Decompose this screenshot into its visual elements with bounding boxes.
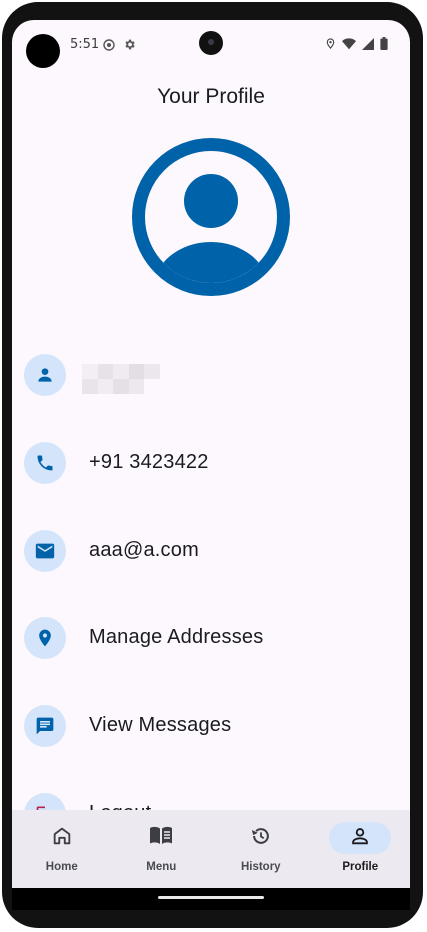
email-icon — [24, 530, 66, 572]
status-time: 5:51 — [70, 37, 100, 52]
message-icon — [24, 705, 66, 747]
home-icon — [51, 825, 73, 852]
nav-menu[interactable]: Menu — [112, 810, 212, 888]
page-title: Your Profile — [157, 85, 265, 108]
settings-dot-icon — [103, 38, 115, 51]
nav-history[interactable]: History — [211, 810, 311, 888]
screen: 5:51 Your Profile +91 3423422 aaa@a.com … — [12, 20, 410, 910]
menu-book-icon — [149, 825, 173, 852]
bottom-navigation: Home Menu History Profile — [12, 810, 410, 888]
manage-addresses-item[interactable]: Manage Addresses — [12, 607, 410, 667]
person-circle-icon — [132, 138, 290, 296]
gear-icon — [123, 38, 135, 50]
wifi-icon — [342, 37, 356, 55]
avatar — [132, 138, 290, 296]
nav-history-label: History — [240, 861, 281, 873]
device: 5:51 Your Profile +91 3423422 aaa@a.com … — [0, 0, 427, 932]
signal-icon — [362, 37, 374, 55]
location-icon — [325, 37, 336, 55]
view-messages-item[interactable]: View Messages — [12, 695, 410, 755]
nav-home[interactable]: Home — [12, 810, 112, 888]
nav-history-indicator — [230, 822, 292, 854]
nav-home-indicator — [31, 822, 93, 854]
status-bar: 5:51 — [12, 20, 410, 70]
redacted-name — [82, 364, 160, 394]
phone-label: +91 3423422 — [89, 451, 209, 473]
manage-addresses-label: Manage Addresses — [89, 626, 264, 648]
nav-home-label: Home — [45, 861, 78, 873]
phone-item[interactable]: +91 3423422 — [12, 432, 410, 492]
battery-icon — [380, 37, 388, 55]
camera-cutout — [26, 34, 60, 68]
location-pin-icon — [24, 617, 66, 659]
view-messages-label: View Messages — [89, 714, 232, 736]
nav-profile-label: Profile — [342, 861, 379, 873]
person-icon — [24, 354, 66, 396]
email-label: aaa@a.com — [89, 539, 199, 561]
gesture-area — [12, 888, 410, 910]
profile-icon — [349, 825, 371, 852]
email-item[interactable]: aaa@a.com — [12, 520, 410, 580]
gesture-handle[interactable] — [158, 896, 264, 899]
front-camera — [199, 31, 223, 55]
profile-name-item[interactable] — [12, 344, 410, 404]
status-icons-right — [325, 37, 388, 55]
history-icon — [250, 825, 272, 852]
nav-menu-label: Menu — [146, 861, 177, 873]
nav-menu-indicator — [130, 822, 192, 854]
nav-profile-indicator — [329, 822, 392, 854]
phone-icon — [24, 442, 66, 484]
nav-profile[interactable]: Profile — [311, 810, 411, 888]
